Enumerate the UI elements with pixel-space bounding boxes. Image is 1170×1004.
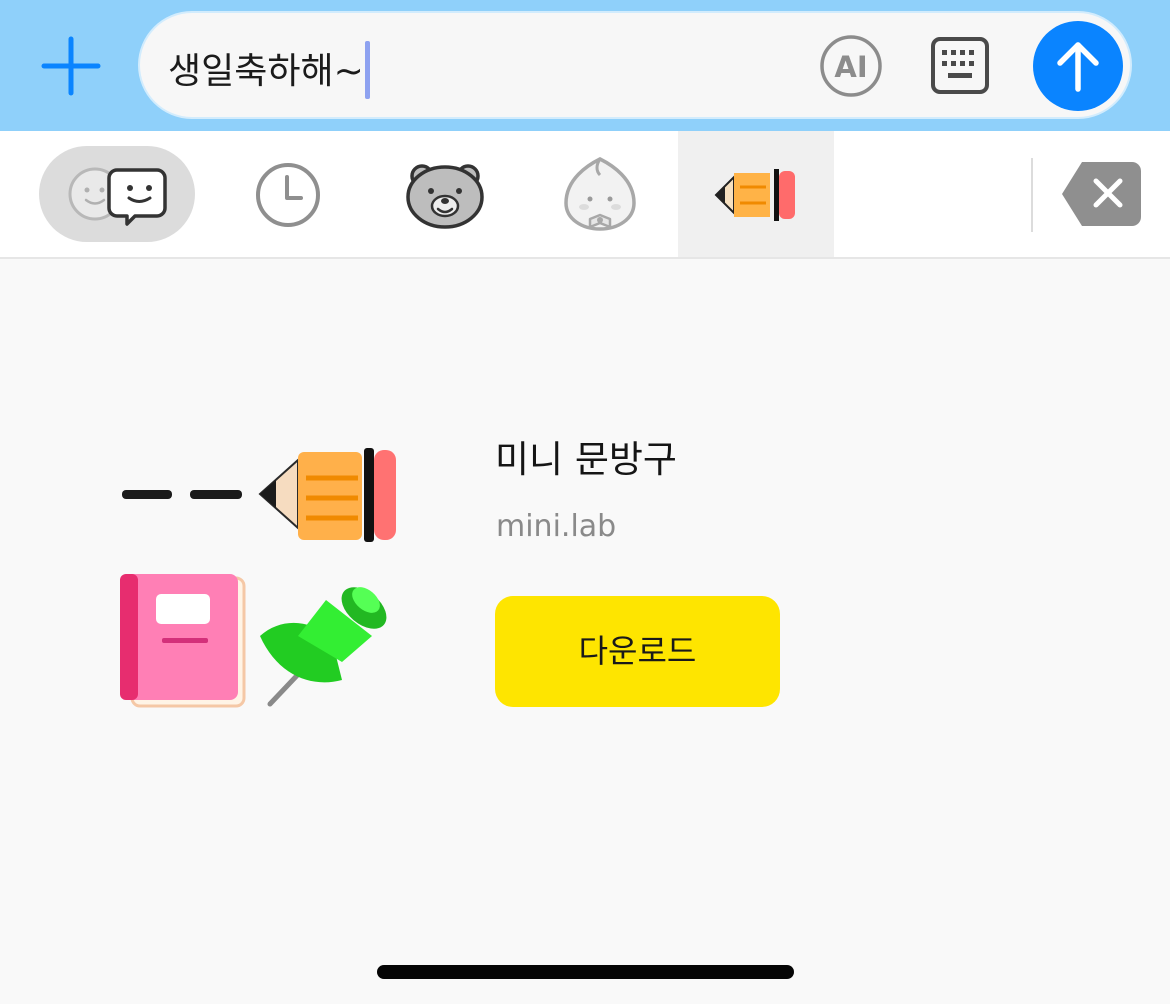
text-caret (364, 41, 370, 99)
send-button[interactable] (1033, 21, 1123, 111)
pack-author: mini.lab (496, 509, 617, 544)
backspace-icon (1062, 162, 1141, 226)
pack-title: 미니 문방구 (495, 438, 677, 481)
tab-divider (1031, 158, 1033, 232)
backspace-button[interactable] (1060, 160, 1142, 228)
message-input-text[interactable]: 생일축하해~ (168, 41, 370, 99)
ai-button[interactable]: AI (818, 33, 884, 99)
ai-label: AI (834, 50, 867, 84)
download-button[interactable]: 다운로드 (495, 596, 780, 707)
peach-character-icon (564, 157, 636, 231)
tab-bear-pack[interactable] (400, 131, 490, 257)
clock-icon (256, 163, 320, 227)
tab-peach-pack[interactable] (558, 131, 642, 257)
keyboard-icon (931, 37, 989, 94)
tab-recent[interactable] (251, 131, 325, 257)
add-button[interactable] (40, 35, 102, 97)
emoji-faces-icon (68, 167, 167, 226)
tab-emoji[interactable] (39, 146, 195, 242)
ai-icon: AI (820, 35, 882, 97)
emoticon-tab-bar (0, 131, 1170, 259)
bear-face-icon (406, 164, 484, 229)
arrow-up-icon (1057, 42, 1099, 92)
tab-stationery-pack[interactable] (678, 131, 834, 257)
message-input-field[interactable]: 생일축하해~ AI (140, 13, 1130, 117)
stationery-stickers-image (120, 448, 396, 708)
composer-bar: 생일축하해~ AI (0, 0, 1170, 131)
home-indicator (377, 965, 794, 979)
pencil-sticker-icon (714, 169, 795, 221)
keyboard-button[interactable] (928, 35, 992, 97)
sticker-pack-preview (110, 440, 410, 715)
plus-icon (41, 36, 101, 96)
message-text: 생일축하해~ (168, 51, 364, 92)
